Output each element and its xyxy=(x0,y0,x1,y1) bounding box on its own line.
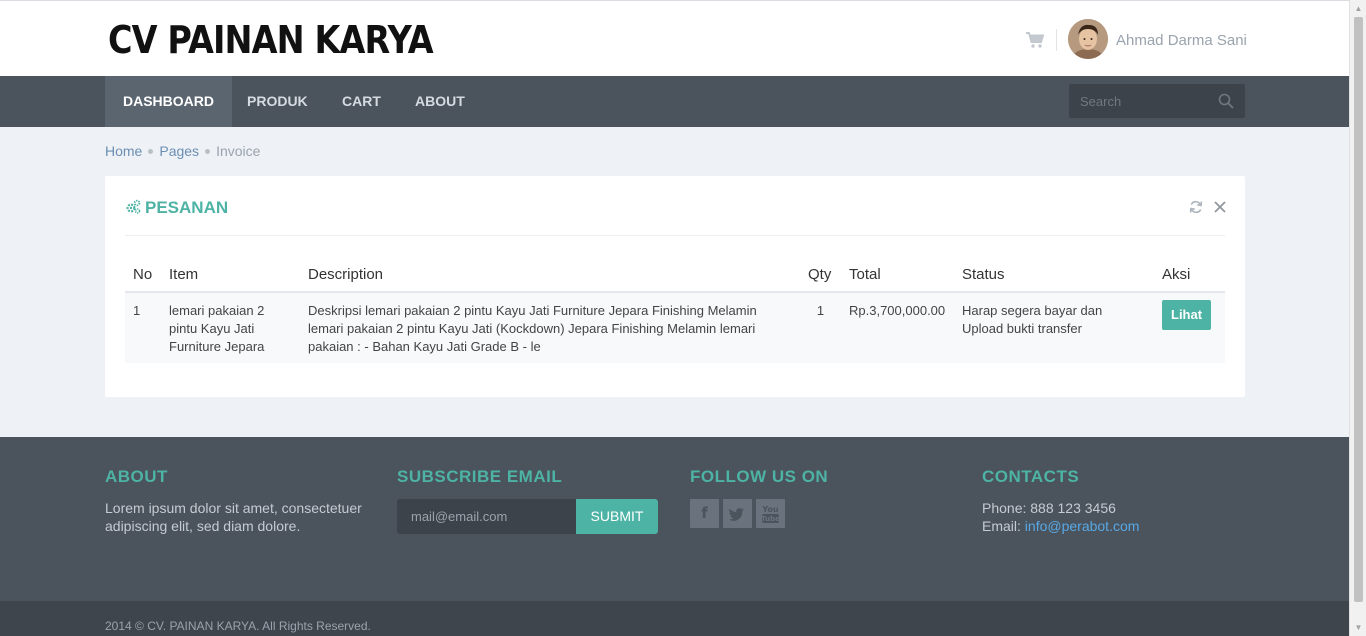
footer-phone: Phone: 888 123 3456 xyxy=(982,500,1116,516)
portlet-title: PESANAN xyxy=(125,198,228,218)
table-header-row: No Item Description Qty Total Status Aks… xyxy=(125,258,1225,293)
nav-produk[interactable]: PRODUK xyxy=(229,76,326,127)
scroll-down-arrow-icon[interactable]: ▼ xyxy=(1350,619,1366,636)
search-input[interactable] xyxy=(1069,84,1199,118)
vertical-scrollbar[interactable]: ▲ ▼ xyxy=(1349,0,1366,636)
user-name[interactable]: Ahmad Darma Sani xyxy=(1116,32,1247,49)
footer-follow-title: FOLLOW US ON xyxy=(690,467,829,486)
portlet-tools xyxy=(1183,200,1227,217)
footer-follow: FOLLOW US ON f You Tube xyxy=(690,467,960,528)
footer: ABOUT Lorem ipsum dolor sit amet, consec… xyxy=(0,437,1349,601)
social-icons: f You Tube xyxy=(690,499,960,528)
col-qty: Qty xyxy=(800,258,841,293)
scroll-up-arrow-icon[interactable]: ▲ xyxy=(1350,0,1366,17)
breadcrumb-current: Invoice xyxy=(216,143,261,159)
footer-email-label: Email: xyxy=(982,518,1025,534)
footer-contacts: CONTACTS Phone: 888 123 3456 Email: info… xyxy=(982,467,1252,535)
breadcrumb-separator xyxy=(205,148,211,154)
cell-item: lemari pakaian 2 pintu Kayu Jati Furnitu… xyxy=(161,292,300,363)
breadcrumb-home[interactable]: Home xyxy=(105,143,142,159)
col-total: Total xyxy=(841,258,954,293)
search-icon[interactable] xyxy=(1218,93,1234,109)
search-box xyxy=(1069,84,1245,118)
footer-email-link[interactable]: info@perabot.com xyxy=(1025,518,1140,534)
cell-total: Rp.3,700,000.00 xyxy=(841,292,954,363)
subscribe-email-input[interactable] xyxy=(397,499,577,534)
subscribe-submit-button[interactable]: SUBMIT xyxy=(576,499,658,534)
footer-about: ABOUT Lorem ipsum dolor sit amet, consec… xyxy=(105,467,375,535)
footer-about-title: ABOUT xyxy=(105,467,168,486)
breadcrumb-pages[interactable]: Pages xyxy=(159,143,199,159)
cell-qty: 1 xyxy=(800,292,841,363)
col-item: Item xyxy=(161,258,300,293)
page: CV PAINAN KARYA Ahmad Darma Sani DASHBOA… xyxy=(0,0,1349,636)
cell-no: 1 xyxy=(125,292,161,363)
footer-about-text: Lorem ipsum dolor sit amet, consectetuer… xyxy=(105,500,362,534)
nav-dashboard[interactable]: DASHBOARD xyxy=(105,76,232,127)
lihat-button[interactable]: Lihat xyxy=(1162,300,1212,330)
footer-subscribe: SUBSCRIBE EMAIL SUBMIT xyxy=(397,467,667,534)
close-icon[interactable] xyxy=(1213,200,1227,214)
nav-cart[interactable]: CART xyxy=(324,76,399,127)
main-navbar: DASHBOARD PRODUK CART ABOUT xyxy=(0,76,1349,127)
col-status: Status xyxy=(954,258,1154,293)
reload-icon[interactable] xyxy=(1189,200,1203,214)
cell-status: Harap segera bayar dan Upload bukti tran… xyxy=(954,292,1154,363)
cell-description: Deskripsi lemari pakaian 2 pintu Kayu Ja… xyxy=(300,292,800,363)
breadcrumb: Home Pages Invoice xyxy=(105,143,260,159)
gears-icon xyxy=(125,199,141,215)
twitter-icon[interactable] xyxy=(723,499,752,528)
portlet-divider xyxy=(125,235,1225,236)
top-header: CV PAINAN KARYA Ahmad Darma Sani xyxy=(0,0,1349,76)
orders-table: No Item Description Qty Total Status Aks… xyxy=(125,258,1225,363)
col-no: No xyxy=(125,258,161,293)
portlet-title-text: PESANAN xyxy=(145,198,229,217)
user-avatar[interactable] xyxy=(1068,19,1108,59)
table-row: 1 lemari pakaian 2 pintu Kayu Jati Furni… xyxy=(125,292,1225,363)
footer-email: Email: info@perabot.com xyxy=(982,517,1252,535)
svg-text:You: You xyxy=(761,505,779,514)
subscribe-form: SUBMIT xyxy=(397,499,658,534)
copyright-text: 2014 © CV. PAINAN KARYA. All Rights Rese… xyxy=(105,619,371,633)
cell-aksi: Lihat xyxy=(1154,292,1225,363)
col-aksi: Aksi xyxy=(1154,258,1225,293)
youtube-icon[interactable]: You Tube xyxy=(756,499,785,528)
footer-contacts-title: CONTACTS xyxy=(982,467,1080,486)
col-description: Description xyxy=(300,258,800,293)
header-divider xyxy=(1056,29,1057,51)
svg-text:Tube: Tube xyxy=(761,515,780,523)
copyright-bar: 2014 © CV. PAINAN KARYA. All Rights Rese… xyxy=(0,601,1349,636)
facebook-icon[interactable]: f xyxy=(690,499,719,528)
scrollbar-thumb[interactable] xyxy=(1354,17,1363,602)
orders-portlet: PESANAN No Item Description Qty Total St… xyxy=(105,176,1245,397)
site-logo[interactable]: CV PAINAN KARYA xyxy=(108,15,434,65)
nav-about[interactable]: ABOUT xyxy=(397,76,483,127)
breadcrumb-separator xyxy=(148,148,154,154)
shopping-cart-icon[interactable] xyxy=(1025,31,1045,49)
footer-subscribe-title: SUBSCRIBE EMAIL xyxy=(397,467,563,486)
